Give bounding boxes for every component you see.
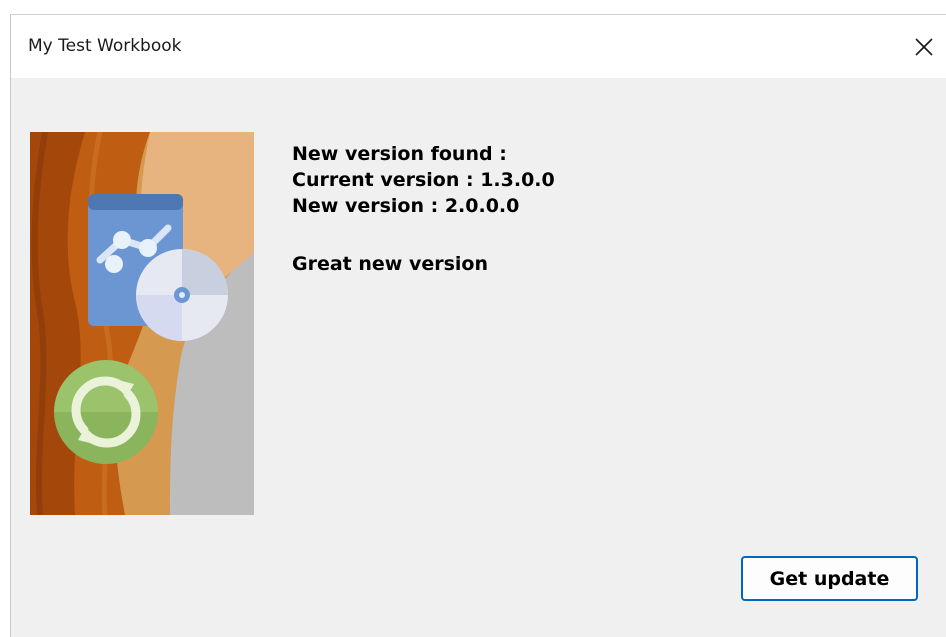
- message-line-description: Great new version: [292, 253, 488, 275]
- message-line-new-version: New version : 2.0.0.0: [292, 195, 520, 217]
- message-line-current-version: Current version : 1.3.0.0: [292, 169, 555, 191]
- window-title: My Test Workbook: [28, 36, 182, 56]
- update-dialog: My Test Workbook New version found: Cur…: [10, 14, 946, 637]
- close-icon: [915, 37, 933, 56]
- close-button[interactable]: [902, 15, 946, 78]
- update-message: New version found : Current version : 1.…: [292, 141, 555, 277]
- title-bar: My Test Workbook: [11, 15, 946, 78]
- message-line-found: New version found :: [292, 143, 507, 165]
- message-spacer: [292, 219, 555, 251]
- update-banner-image: [30, 132, 254, 515]
- get-update-button[interactable]: Get update: [741, 556, 918, 601]
